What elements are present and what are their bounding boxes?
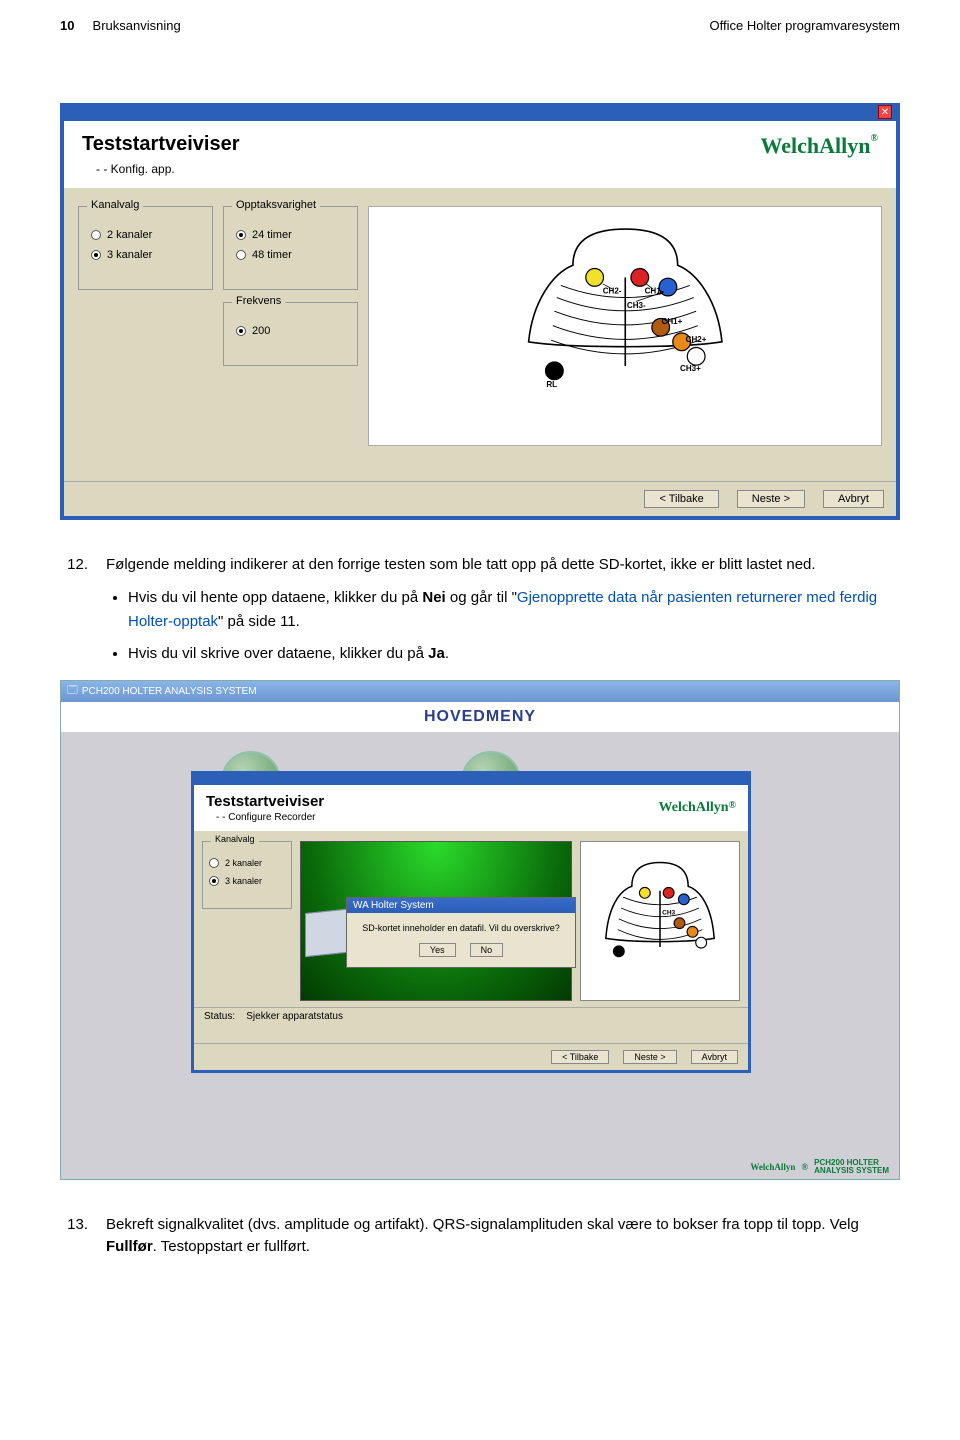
opptaksvarighet-group: Opptaksvarighet 24 timer 48 timer xyxy=(223,206,358,290)
window-header: Teststartveiviser - - Konfig. app. Welch… xyxy=(64,121,896,188)
electrode-diagram: CH2- CH1- CH3- CH1+ CH2+ CH3+ RL xyxy=(368,206,882,446)
list-item: Hvis du vil hente opp dataene, klikker d… xyxy=(128,586,900,634)
wizard-subtitle: - - Configure Recorder xyxy=(216,812,324,823)
main-window-2: 🗔 PCH200 HOLTER ANALYSIS SYSTEM HOVEDMEN… xyxy=(60,680,900,1180)
svg-text:CH2-: CH2- xyxy=(602,287,621,296)
close-icon[interactable]: ✕ xyxy=(878,105,892,119)
cancel-button[interactable]: Avbryt xyxy=(823,490,884,508)
product-name: Office Holter programvaresystem xyxy=(710,18,901,33)
wizard-footer: < Tilbake Neste > Avbryt xyxy=(194,1043,748,1070)
step-12: 12. Følgende melding indikerer at den fo… xyxy=(60,554,900,576)
radio-3kanaler[interactable] xyxy=(91,250,101,260)
status-row: Status: Sjekker apparatstatus xyxy=(194,1007,748,1025)
wizard-title: Teststartveiviser xyxy=(206,793,324,810)
back-button[interactable]: < Tilbake xyxy=(644,490,718,508)
electrode-diagram-small: CH3 xyxy=(580,841,740,1001)
app-icon: 🗔 xyxy=(67,683,78,700)
bullet-list: Hvis du vil hente opp dataene, klikker d… xyxy=(128,586,900,666)
wizard-window-2: Teststartveiviser - - Configure Recorder… xyxy=(191,771,751,1073)
svg-text:CH3: CH3 xyxy=(662,909,675,916)
svg-text:CH3-: CH3- xyxy=(627,301,646,310)
manual-section: Bruksanvisning xyxy=(93,18,181,33)
page-number: 10 xyxy=(60,18,74,33)
frekvens-group: Frekvens 200 xyxy=(223,302,358,366)
footer-logo: WelchAllyn® PCH200 HOLTERANALYSIS SYSTEM xyxy=(750,1159,893,1175)
titlebar: 🗔 PCH200 HOLTER ANALYSIS SYSTEM xyxy=(61,681,899,702)
radio-3kanaler[interactable] xyxy=(209,876,219,886)
page-number-and-section: 10 Bruksanvisning xyxy=(60,18,181,33)
radio-24t[interactable] xyxy=(236,230,246,240)
svg-text:CH1+: CH1+ xyxy=(661,317,682,326)
radio-48t[interactable] xyxy=(236,250,246,260)
wizard-window-1: ✕ Teststartveiviser - - Konfig. app. Wel… xyxy=(60,103,900,520)
svg-text:CH3+: CH3+ xyxy=(680,364,701,373)
kanalvalg-group: Kanalvalg 2 kanaler 3 kanaler xyxy=(78,206,213,290)
svg-text:RL: RL xyxy=(546,380,557,389)
back-button[interactable]: < Tilbake xyxy=(551,1050,609,1064)
wizard-footer: < Tilbake Neste > Avbryt xyxy=(64,481,896,516)
welchallyn-logo: WelchAllyn® xyxy=(659,800,737,816)
page-header: 10 Bruksanvisning Office Holter programv… xyxy=(0,0,960,43)
kanalvalg-legend: Kanalvalg xyxy=(87,199,143,211)
next-button[interactable]: Neste > xyxy=(737,490,805,508)
opptak-legend: Opptaksvarighet xyxy=(232,199,320,211)
torso-svg-small: CH3 xyxy=(595,856,725,986)
dialog-message: SD-kortet inneholder en datafil. Vil du … xyxy=(347,913,575,939)
step-text: Følgende melding indikerer at den forrig… xyxy=(106,554,900,576)
svg-text:CH2+: CH2+ xyxy=(685,335,706,344)
no-button[interactable]: No xyxy=(470,943,504,957)
window-header: Teststartveiviser - - Configure Recorder… xyxy=(194,785,748,831)
step-13: 13. Bekreft signalkvalitet (dvs. amplitu… xyxy=(60,1214,900,1258)
recorder-preview-pane: WA Holter System SD-kortet inneholder en… xyxy=(300,841,572,1001)
dialog-titlebar: WA Holter System xyxy=(347,898,575,913)
welchallyn-logo: WelchAllyn® xyxy=(761,133,879,159)
step-number: 12. xyxy=(60,554,88,576)
radio-2kanaler[interactable] xyxy=(91,230,101,240)
kanalvalg-group: Kanalvalg 2 kanaler 3 kanaler xyxy=(202,841,292,909)
next-button[interactable]: Neste > xyxy=(623,1050,676,1064)
cancel-button[interactable]: Avbryt xyxy=(691,1050,738,1064)
hovedmeny-heading: HOVEDMENY xyxy=(61,702,899,732)
status-label: Status: xyxy=(204,1011,235,1022)
overwrite-dialog: WA Holter System SD-kortet inneholder en… xyxy=(346,897,576,968)
step-number: 13. xyxy=(60,1214,88,1258)
wizard-title: Teststartveiviser xyxy=(82,133,240,156)
torso-svg: CH2- CH1- CH3- CH1+ CH2+ CH3+ RL xyxy=(400,221,851,430)
list-item: Hvis du vil skrive over dataene, klikker… xyxy=(128,642,900,666)
step-text: Bekreft signalkvalitet (dvs. amplitude o… xyxy=(106,1214,900,1258)
status-text: Sjekker apparatstatus xyxy=(246,1011,343,1022)
analysis-system-label: PCH200 HOLTERANALYSIS SYSTEM xyxy=(814,1159,889,1175)
wizard-subtitle: - - Konfig. app. xyxy=(96,162,240,176)
frekvens-legend: Frekvens xyxy=(232,295,285,307)
radio-2kanaler[interactable] xyxy=(209,858,219,868)
kanalvalg-legend: Kanalvalg xyxy=(211,834,259,844)
radio-200[interactable] xyxy=(236,326,246,336)
svg-text:CH1-: CH1- xyxy=(644,287,663,296)
yes-button[interactable]: Yes xyxy=(419,943,456,957)
